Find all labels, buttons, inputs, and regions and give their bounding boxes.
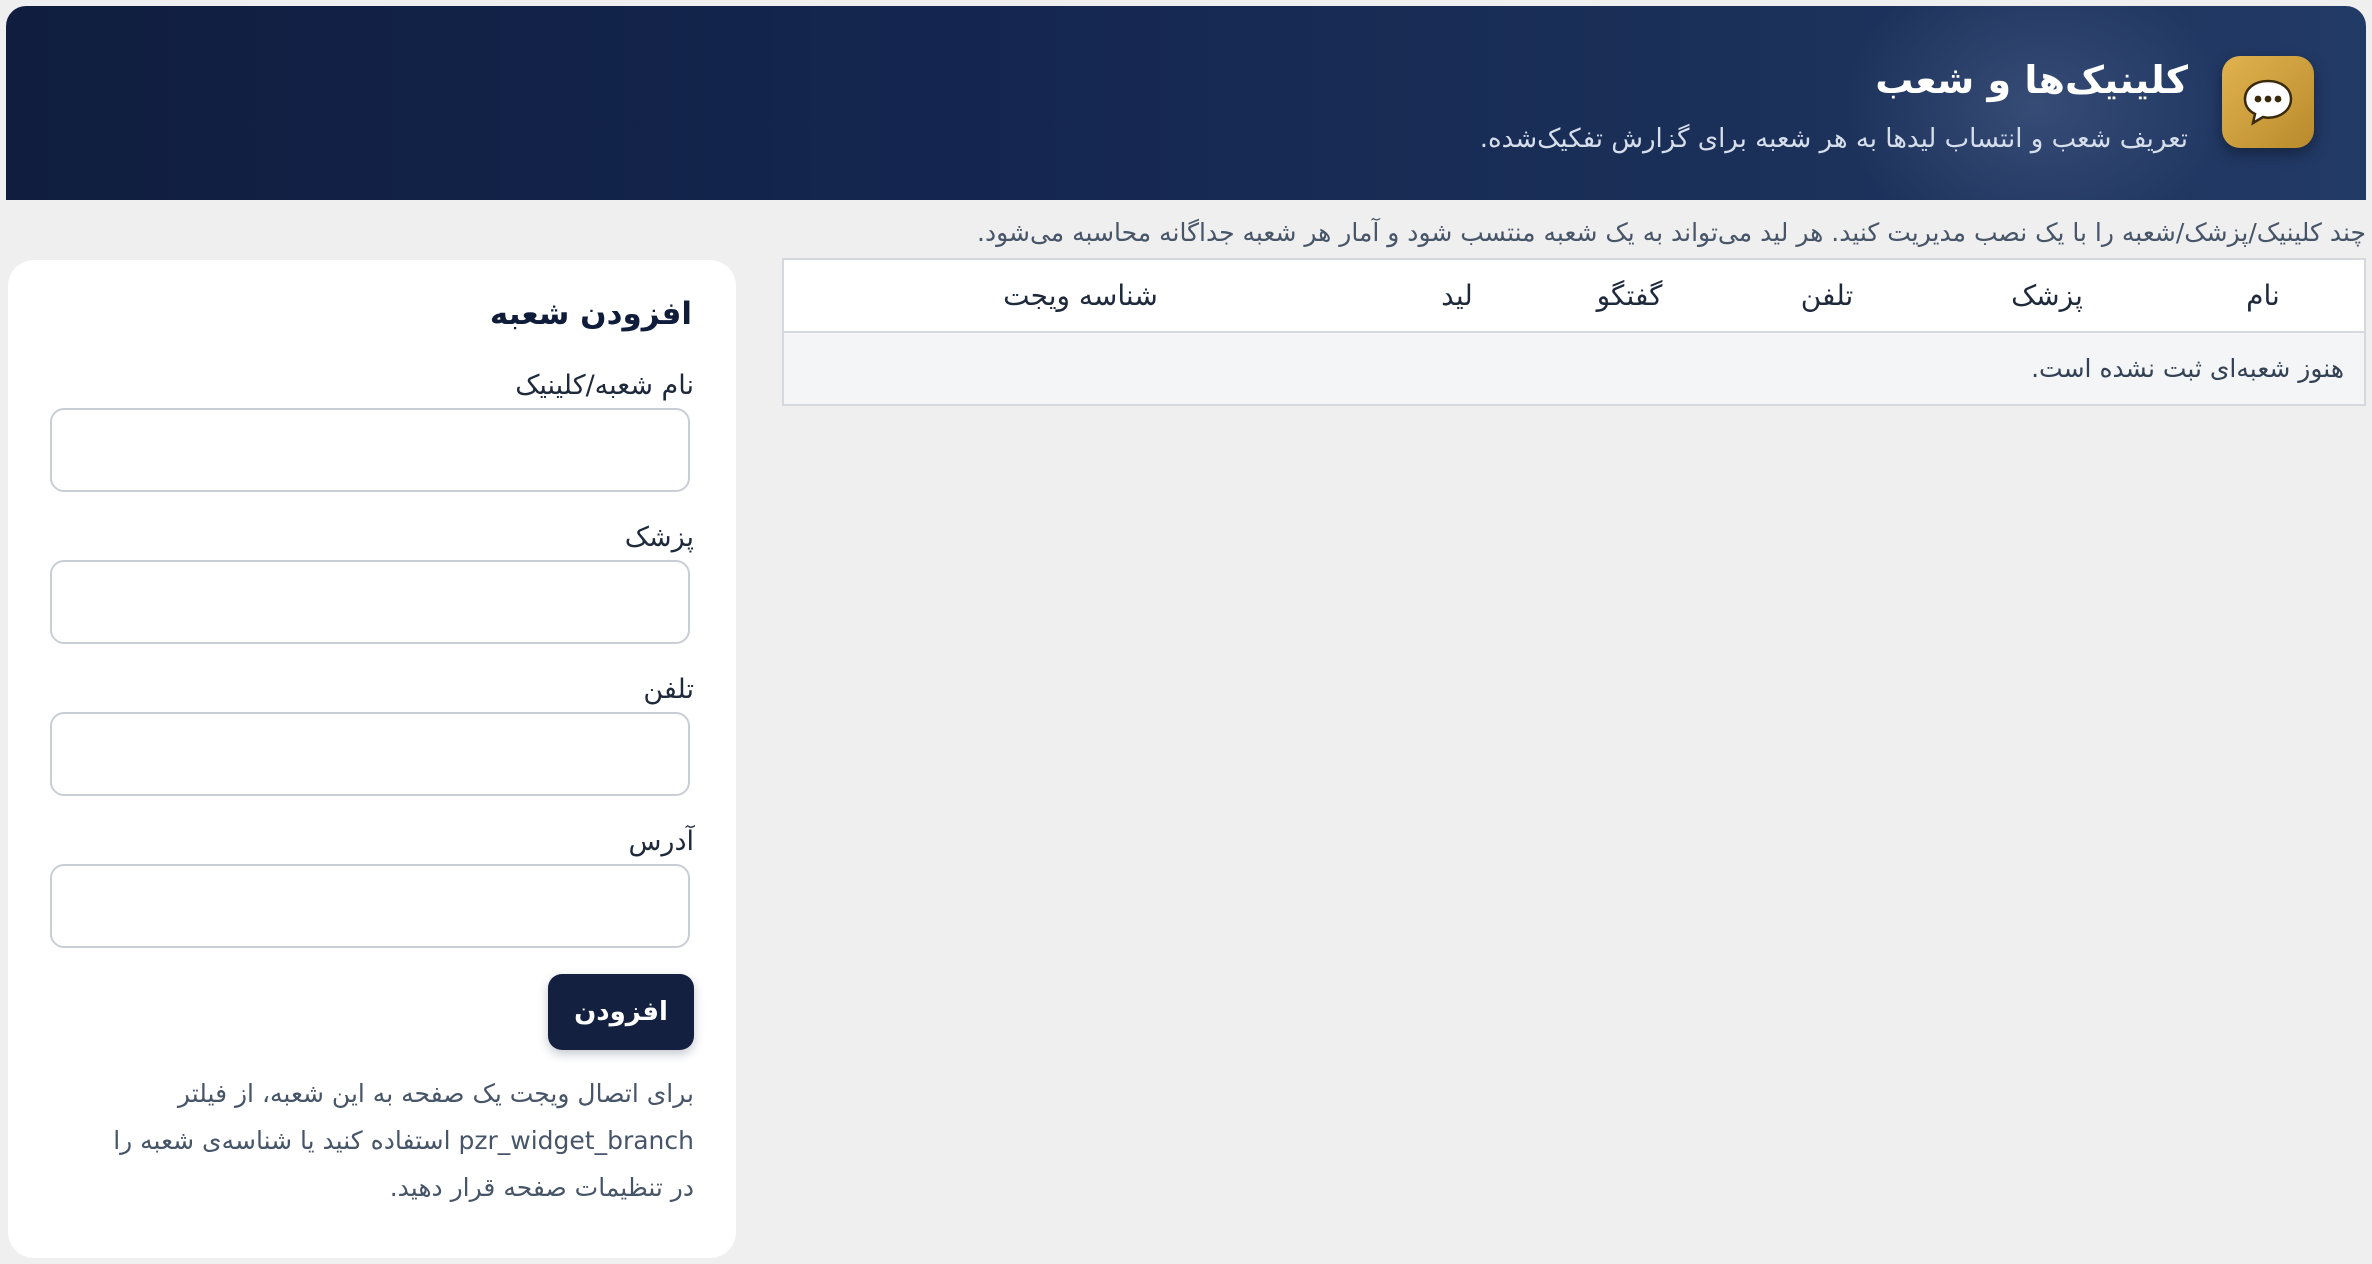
column-header-leads[interactable]: لید xyxy=(1377,260,1537,333)
branches-table: نام پزشک تلفن گفتگو لید شناسه ویجت هنوز … xyxy=(782,258,2366,406)
column-header-name[interactable]: نام xyxy=(2162,260,2364,333)
phone-input[interactable] xyxy=(50,712,690,796)
column-header-conversations[interactable]: گفتگو xyxy=(1537,260,1722,333)
column-header-doctor[interactable]: پزشک xyxy=(1932,260,2162,333)
doctor-label: پزشک xyxy=(624,522,694,553)
address-label: آدرس xyxy=(628,826,694,857)
empty-table-message: هنوز شعبه‌ای ثبت نشده است. xyxy=(784,332,2364,404)
address-input[interactable] xyxy=(50,864,690,948)
column-header-phone[interactable]: تلفن xyxy=(1722,260,1932,333)
page-header: کلینیک‌ها و شعب تعریف شعب و انتساب لیدها… xyxy=(6,6,2366,200)
add-branch-button[interactable]: افزودن xyxy=(548,974,694,1050)
table-header-row: نام پزشک تلفن گفتگو لید شناسه ویجت xyxy=(784,260,2364,333)
page: کلینیک‌ها و شعب تعریف شعب و انتساب لیدها… xyxy=(0,0,2372,1264)
table-row: هنوز شعبه‌ای ثبت نشده است. xyxy=(784,332,2364,404)
branch-name-input[interactable] xyxy=(50,408,690,492)
page-subtitle: تعریف شعب و انتساب لیدها به هر شعبه برای… xyxy=(1479,124,2188,154)
chat-bubble-icon xyxy=(2222,56,2314,148)
help-filter-code: pzr_widget_branch xyxy=(458,1126,695,1155)
column-header-widget-id[interactable]: شناسه ویجت xyxy=(784,260,1377,333)
help-text: برای اتصال ویجت یک صفحه به این شعبه، از … xyxy=(94,1070,694,1211)
phone-label: تلفن xyxy=(643,674,694,705)
intro-text: چند کلینیک/پزشک/شعبه را با یک نصب مدیریت… xyxy=(977,218,2366,247)
add-branch-title: افزودن شعبه xyxy=(489,296,692,332)
help-text-before: برای اتصال ویجت یک صفحه به این شعبه، از … xyxy=(177,1079,694,1108)
doctor-input[interactable] xyxy=(50,560,690,644)
add-branch-card: افزودن شعبه نام شعبه/کلینیک پزشک تلفن آد… xyxy=(8,260,736,1258)
page-title: کلینیک‌ها و شعب xyxy=(1875,58,2188,102)
branch-name-label: نام شعبه/کلینیک xyxy=(515,370,694,401)
